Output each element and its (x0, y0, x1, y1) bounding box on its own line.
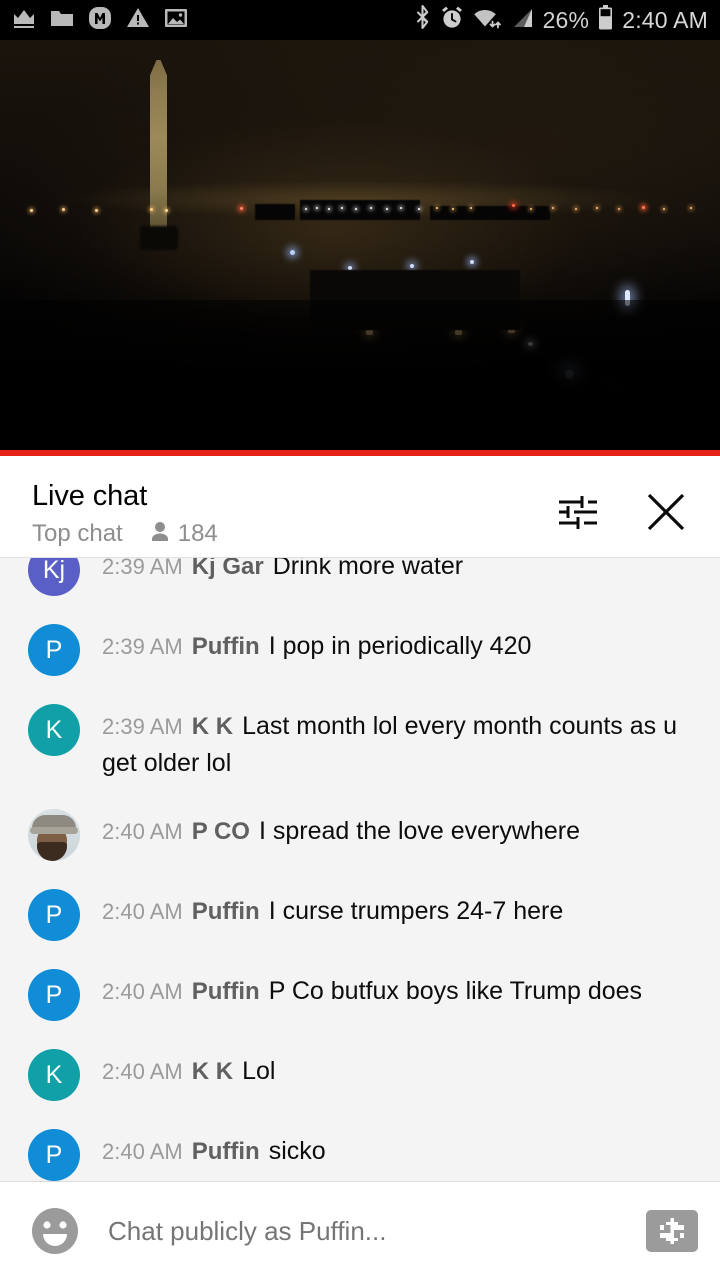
list-item[interactable]: K 2:40 AM K K Lol (0, 1035, 720, 1115)
chat-message-list[interactable]: Kj 2:39 AM Kj Gar Drink more water P 2:39 … (0, 557, 720, 1181)
message-author[interactable]: Kj Gar (192, 558, 264, 580)
avatar[interactable]: P (28, 969, 80, 1021)
dollar-icon[interactable] (646, 1210, 698, 1252)
message-text: Last month lol every month counts as u g… (102, 712, 678, 777)
viewer-count-group: 184 (149, 520, 218, 548)
wifi-icon (473, 7, 501, 34)
list-item[interactable]: 2:40 AM P CO I spread the love everywhere (0, 795, 720, 875)
message-text: sicko (268, 1137, 326, 1165)
chat-input-bar (0, 1181, 720, 1280)
message-body: 2:39 AM Puffin I pop in periodically 420 (102, 624, 698, 665)
foreground-light (290, 250, 295, 255)
avatar[interactable]: P (28, 624, 80, 676)
message-author[interactable]: Puffin (192, 1138, 260, 1165)
avatar[interactable]: P (28, 1129, 80, 1181)
avatar[interactable]: P (28, 889, 80, 941)
live-chat-header: Live chat Top chat 184 (0, 456, 720, 557)
chat-mode-label[interactable]: Top chat (32, 520, 123, 548)
bluetooth-icon (414, 5, 431, 35)
message-text: P Co butfux boys like Trump does (268, 977, 643, 1005)
message-text: Drink more water (272, 557, 464, 580)
chat-header-titles: Live chat Top chat 184 (32, 478, 218, 548)
message-author[interactable]: Puffin (192, 633, 260, 660)
avatar-initials: Kj (42, 557, 66, 584)
avatar-initials: P (45, 901, 63, 929)
crown-icon (12, 7, 36, 34)
message-text: I spread the love everywhere (258, 817, 580, 845)
avatar-initials: P (45, 1141, 63, 1169)
emoji-icon[interactable] (28, 1204, 82, 1258)
message-timestamp: 2:40 AM (102, 819, 183, 844)
page-title: Live chat (32, 480, 148, 512)
avatar[interactable] (28, 809, 80, 861)
message-author[interactable]: Puffin (192, 898, 260, 925)
status-bar-right-icons: 26% 2:40 AM (414, 5, 708, 35)
tune-icon[interactable] (556, 490, 600, 534)
list-item[interactable]: P 2:39 AM Puffin I pop in periodically 420 (0, 610, 720, 690)
battery-icon (598, 5, 613, 35)
message-body: 2:40 AM K K Lol (102, 1049, 698, 1090)
city-horizon (0, 190, 720, 220)
signal-icon (510, 7, 534, 34)
youtube-live-chat-screen: 26% 2:40 AM Live chat Top chat 184 Kj 2:… (0, 0, 720, 1280)
message-timestamp: 2:39 AM (102, 714, 183, 739)
message-body: 2:40 AM Puffin I curse trumpers 24-7 here (102, 889, 698, 930)
message-text: I curse trumpers 24-7 here (268, 897, 564, 925)
image-icon (164, 7, 188, 34)
alarm-icon (440, 5, 464, 35)
message-text: I pop in periodically 420 (268, 632, 532, 660)
warning-icon (126, 7, 150, 33)
message-author[interactable]: K K (192, 713, 233, 740)
folder-icon (50, 8, 74, 33)
chat-header-actions (556, 478, 702, 534)
foreground-light (410, 264, 414, 268)
message-author[interactable]: P CO (192, 818, 250, 845)
close-icon[interactable] (644, 490, 688, 534)
chat-input[interactable] (108, 1215, 634, 1247)
list-item[interactable]: Kj 2:39 AM Kj Gar Drink more water (0, 557, 720, 610)
message-author[interactable]: K K (192, 1058, 233, 1085)
list-item[interactable]: P 2:40 AM Puffin I curse trumpers 24-7 her… (0, 875, 720, 955)
viewer-count: 184 (177, 520, 218, 547)
battery-percent: 26% (542, 6, 590, 33)
chat-header-subline: Top chat 184 (32, 520, 218, 548)
live-video-player[interactable] (0, 40, 720, 450)
message-body: 2:40 AM P CO I spread the love everywhere (102, 809, 698, 850)
list-item[interactable]: P 2:40 AM Puffin P Co butfux boys like Tru… (0, 955, 720, 1035)
message-timestamp: 2:39 AM (102, 634, 183, 659)
foreground-light (470, 260, 474, 264)
avatar-initials: K (45, 1061, 63, 1089)
avatar[interactable]: Kj (28, 557, 80, 596)
avatar[interactable]: K (28, 704, 80, 756)
avatar[interactable]: K (28, 1049, 80, 1101)
message-author[interactable]: Puffin (192, 978, 260, 1005)
message-timestamp: 2:40 AM (102, 979, 183, 1004)
list-item[interactable]: P 2:40 AM Puffin sicko (0, 1115, 720, 1181)
avatar-initials: K (45, 716, 63, 744)
message-timestamp: 2:40 AM (102, 1139, 183, 1164)
person-icon (149, 520, 171, 548)
m-badge-icon (88, 6, 112, 35)
message-text: Lol (242, 1057, 276, 1085)
avatar-initials: P (45, 636, 63, 664)
video-bottom-shade (0, 300, 720, 450)
message-body: 2:40 AM Puffin P Co butfux boys like Trump… (102, 969, 698, 1010)
list-item[interactable]: K 2:39 AM K K Last month lol every month c… (0, 690, 720, 795)
message-timestamp: 2:39 AM (102, 557, 183, 579)
message-timestamp: 2:40 AM (102, 899, 183, 924)
message-body: 2:40 AM Puffin sicko (102, 1129, 698, 1170)
message-timestamp: 2:40 AM (102, 1059, 183, 1084)
status-bar-clock: 2:40 AM (622, 6, 708, 33)
message-body: 2:39 AM Kj Gar Drink more water (102, 557, 698, 585)
status-bar-left-icons (12, 6, 188, 35)
avatar-initials: P (45, 981, 63, 1009)
status-bar: 26% 2:40 AM (0, 0, 720, 40)
message-body: 2:39 AM K K Last month lol every month cou… (102, 704, 698, 781)
monument-base-shadow (140, 226, 178, 250)
